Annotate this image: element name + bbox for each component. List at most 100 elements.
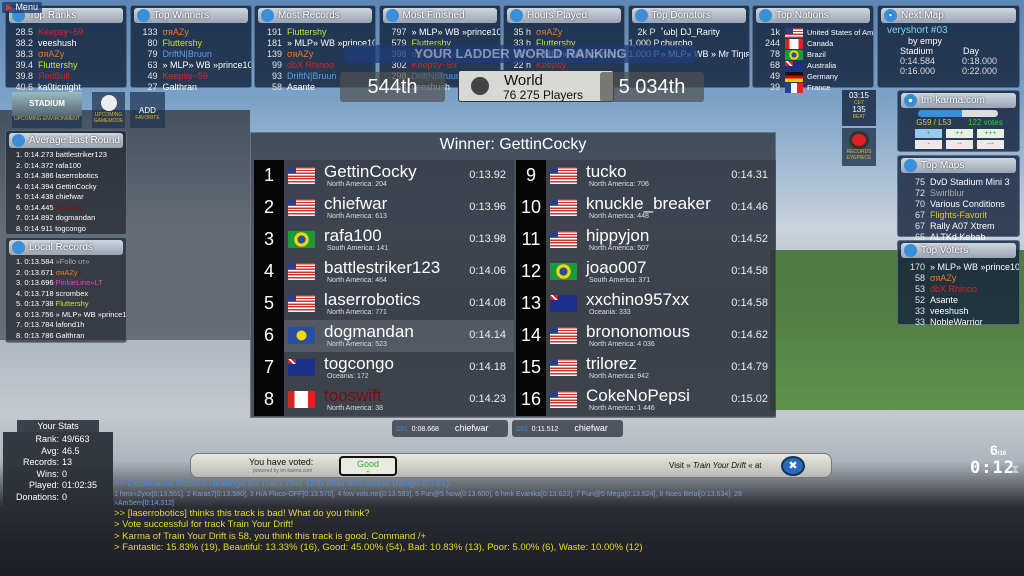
- list-item[interactable]: 2. 0:14.372 rafa100: [6, 161, 126, 172]
- player-row[interactable]: 11 hippyjon North America: 507 0:14.52: [516, 224, 776, 256]
- player-rank: 15: [516, 352, 546, 384]
- item-label: σяAZy: [162, 27, 189, 37]
- list-item[interactable]: 797 » MLP» WB »prince10bee: [380, 27, 499, 38]
- karma-plus-button[interactable]: ++: [946, 129, 973, 138]
- item-time: 1. 0:14.273: [16, 150, 54, 159]
- list-item[interactable]: 1k United States of America: [753, 27, 873, 38]
- player-row[interactable]: 14 brononomous North America: 4 036 0:14.62: [516, 320, 776, 352]
- player-row[interactable]: 9 tucko North America: 706 0:14.31: [516, 160, 776, 192]
- list-item[interactable]: 49 Germany: [753, 71, 873, 82]
- list-item[interactable]: 78 Brazil: [753, 49, 873, 60]
- upcoming-gamemode[interactable]: UPCOMING GAMEMODE: [92, 92, 125, 128]
- list-item[interactable]: 35 h σяAZy: [504, 27, 624, 38]
- list-item[interactable]: 191 Fluttershy: [255, 27, 375, 38]
- player-row[interactable]: 10 knuckle_breaker North America: 448 0:14.…: [516, 192, 776, 224]
- player-row[interactable]: 2 chiefwar North America: 613 0:13.96: [254, 192, 514, 224]
- player-time: 0:14.14: [469, 329, 506, 341]
- list-item[interactable]: 5. 0:13.738 Fluttershy: [6, 299, 126, 310]
- player-row[interactable]: 1 GettinCocky North America: 204 0:13.92: [254, 160, 514, 192]
- list-item[interactable]: 5. 0:14.438 chiefwar: [6, 192, 126, 203]
- vote-value-box[interactable]: Good +: [339, 456, 397, 476]
- menu-button[interactable]: ▶ Menu: [2, 2, 42, 13]
- item-label: Asante: [287, 82, 316, 92]
- panel-title: Top Maps: [901, 158, 1016, 173]
- list-item[interactable]: 52 Asante: [898, 295, 1019, 306]
- chat-line: 1 hmx»Zyxx[0:13.551], 2 Karas7[0:13.580]…: [114, 490, 742, 498]
- list-item[interactable]: 72 Swirlblur: [898, 188, 1019, 199]
- item-name: Keepsy~59: [163, 71, 251, 82]
- player-row[interactable]: 7 togcongo Oceania: 172 0:14.18: [254, 352, 514, 384]
- list-item[interactable]: 63 » MLP» WB »prince10bee: [131, 60, 250, 71]
- list-item[interactable]: 4. 0:13.718 scrombex: [6, 289, 126, 300]
- list-item[interactable]: 68 Australia: [753, 60, 873, 71]
- list-item[interactable]: 3. 0:14.386 laserrobotics: [6, 171, 126, 182]
- item-time: 6. 0:14.445: [16, 202, 54, 212]
- list-item[interactable]: 3. 0:13.696 PinkieLine»LT: [6, 278, 126, 289]
- list-item[interactable]: 1. 0:14.273 battlestriker123: [6, 150, 126, 161]
- karma-plus-button[interactable]: +++: [977, 129, 1004, 138]
- list-item[interactable]: 80 Fluttershy: [131, 38, 251, 49]
- list-item[interactable]: 38.3 σяAZy: [6, 49, 126, 60]
- player-row[interactable]: 8 tooswift North America: 38 0:14.23: [254, 384, 514, 416]
- globe-icon: [471, 77, 489, 95]
- item-name: Fluttershy: [163, 38, 251, 49]
- list-item[interactable]: 67 Flights-Favorit: [898, 210, 1019, 221]
- list-item[interactable]: 1. 0:13.584 »Follo υτ»: [6, 257, 126, 268]
- list-item[interactable]: 39.8 ЯedBull: [6, 71, 126, 82]
- records-eyepiece-button[interactable]: RECORDS EYEPIECE: [842, 128, 876, 166]
- list-item[interactable]: 58 σяAZy: [898, 273, 1019, 284]
- panel-title-text: Average Last Round: [29, 135, 120, 146]
- list-item[interactable]: 244 Canada: [753, 38, 873, 49]
- karma-plus-button[interactable]: +: [915, 129, 942, 138]
- list-item[interactable]: 8. 0:13.786 Galthran: [6, 331, 126, 342]
- player-time: 0:14.18: [469, 361, 506, 373]
- list-item[interactable]: 49 Keepsy~59: [131, 71, 251, 82]
- player-row[interactable]: 15 trilorez North America: 942 0:14.79: [516, 352, 776, 384]
- player-row[interactable]: 6 dogmandan North America: 523 0:14.14: [254, 320, 514, 352]
- list-item[interactable]: 170 » MLP» WB »prince10bee: [898, 262, 1019, 273]
- item-name: Brazil: [785, 49, 873, 60]
- list-item[interactable]: 7. 0:14.892 dogmandan: [6, 213, 126, 224]
- list-item[interactable]: 33 veeshush: [898, 306, 1019, 317]
- karma-minus-button[interactable]: ---: [977, 140, 1004, 149]
- player-region: North America: 1 446: [589, 405, 655, 412]
- list-item[interactable]: 28.5 Keepsy~59: [6, 27, 126, 38]
- item-value: 49: [769, 71, 780, 81]
- list-item[interactable]: 53 dbX Rhinoo: [898, 284, 1019, 295]
- list-item[interactable]: 4. 0:14.394 GettinCocky: [6, 182, 126, 193]
- list-item[interactable]: 75 DvD Stadium Mini 3: [898, 177, 1019, 188]
- player-row[interactable]: 16 CokeNoPepsi North America: 1 446 0:15.02: [516, 384, 776, 416]
- list-item[interactable]: 2k P ˚ωb| DJ_Rarity: [629, 27, 749, 38]
- player-row[interactable]: 3 rafa100 South America: 141 0:13.98: [254, 224, 514, 256]
- item-value: 78: [769, 49, 780, 59]
- player-row[interactable]: 13 xxchino957xx Oceania: 333 0:14.58: [516, 288, 776, 320]
- list-item[interactable]: 70 Various Conditions: [898, 199, 1019, 210]
- karma-minus-button[interactable]: -: [915, 140, 942, 149]
- player-name: brononomous: [586, 322, 690, 341]
- upcoming-environment[interactable]: STADIUM UPCOMING ENVIRONMENT: [12, 92, 82, 128]
- nation-flag-icon: [288, 391, 315, 408]
- item-label: veeshush: [38, 38, 77, 48]
- list-item[interactable]: 2. 0:13.671 σяAZy: [6, 268, 126, 279]
- list-item[interactable]: 7. 0:13.784 lafond1h: [6, 320, 126, 331]
- karma-minus-button[interactable]: --: [946, 140, 973, 149]
- list-item[interactable]: 33 NobleWarrior: [898, 317, 1019, 328]
- stat-row: Records: 13: [3, 457, 113, 469]
- ladder-left-rank: 544th: [340, 72, 445, 102]
- player-row[interactable]: 5 laserrobotics North America: 771 0:14.08: [254, 288, 514, 320]
- player-row[interactable]: 4 battlestriker123 North America: 464 0:14.…: [254, 256, 514, 288]
- list-item[interactable]: 6. 0:13.756 » MLP» WB »prince10bee: [6, 310, 126, 321]
- next-map-name[interactable]: veryshort #03: [878, 25, 1019, 36]
- list-item[interactable]: 38.2 veeshush: [6, 38, 126, 49]
- list-item[interactable]: 133 σяAZy: [131, 27, 251, 38]
- list-item[interactable]: 79 DriftN|Bruun: [131, 49, 251, 60]
- list-item[interactable]: 8. 0:14.911 togcongo: [6, 224, 126, 235]
- list-item[interactable]: 67 Rally A07 Xtrem: [898, 221, 1019, 232]
- list-item[interactable]: 6. 0:14.445 tooswift: [6, 203, 126, 214]
- player-region: North America: 448: [589, 213, 649, 220]
- player-row[interactable]: 12 joao007 South America: 371 0:14.58: [516, 256, 776, 288]
- chat-line: >> Dedimania Record rankings on Train Yo…: [114, 478, 452, 489]
- tm-karma-logo-icon[interactable]: ✖: [781, 456, 805, 476]
- add-favorite-button[interactable]: ADD FAVORITE: [130, 92, 165, 128]
- list-item[interactable]: 39.4 Fluttershy: [6, 60, 126, 71]
